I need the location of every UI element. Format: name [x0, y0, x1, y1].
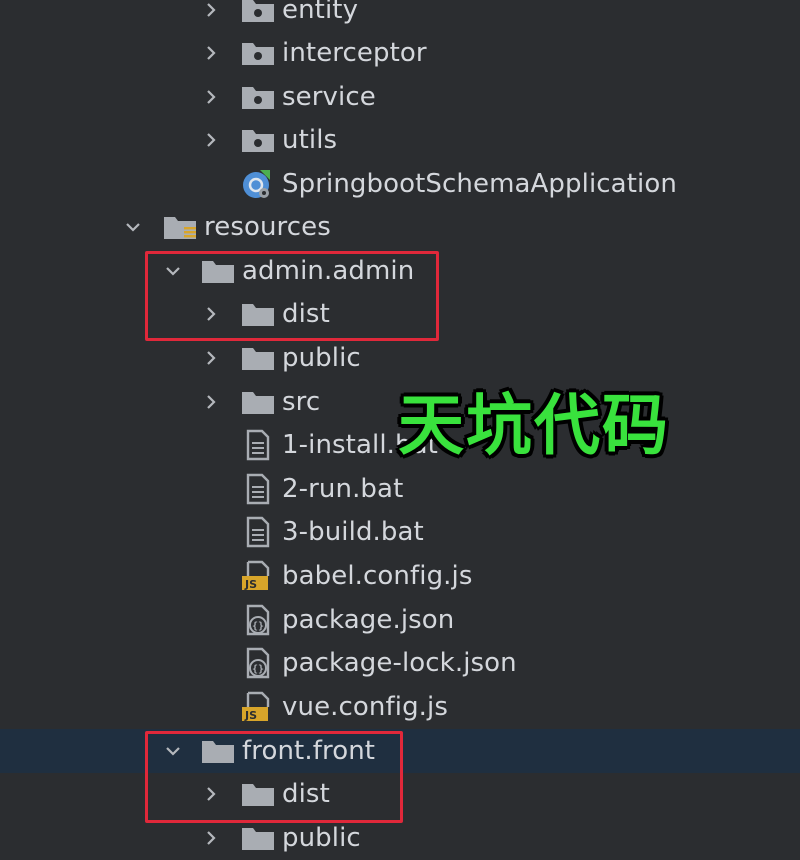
tree-item-admin-admin[interactable]: admin.admin	[0, 249, 800, 293]
tree-item-label: entity	[282, 0, 359, 25]
folder-icon	[240, 780, 276, 808]
tree-item-utils[interactable]: utils	[0, 118, 800, 162]
chevron-down-icon[interactable]	[120, 205, 146, 249]
tree-item-vue-config-js[interactable]: JS vue.config.js	[0, 685, 800, 729]
chevron-right-icon[interactable]	[198, 816, 224, 860]
chevron-right-icon[interactable]	[198, 75, 224, 119]
tree-item-public[interactable]: public	[0, 816, 800, 860]
svg-text:JS: JS	[244, 578, 257, 591]
tree-item-label: dist	[282, 299, 330, 329]
tree-item-label: dist	[282, 779, 330, 809]
folder-icon	[240, 824, 276, 852]
tree-item-label: package-lock.json	[282, 648, 517, 678]
watermark-text: 天坑代码	[398, 387, 670, 464]
tree-item-label: public	[282, 343, 361, 373]
tree-item-label: utils	[282, 125, 338, 155]
tree-item-entity[interactable]: entity	[0, 0, 800, 32]
chevron-right-icon[interactable]	[198, 118, 224, 162]
json-file-icon: {}	[240, 604, 276, 636]
chevron-right-icon[interactable]	[198, 336, 224, 380]
chevron-down-icon[interactable]	[160, 249, 186, 293]
tree-item-label: 3-build.bat	[282, 517, 424, 547]
json-file-icon: {}	[240, 647, 276, 679]
package-icon	[240, 0, 276, 24]
chevron-right-icon[interactable]	[198, 380, 224, 424]
text-file-icon	[240, 429, 276, 461]
project-tree: entity interceptor service utils Springb…	[0, 0, 800, 856]
resources-folder-icon	[162, 213, 198, 241]
tree-item-babel-config-js[interactable]: JS babel.config.js	[0, 554, 800, 598]
tree-item-resources[interactable]: resources	[0, 205, 800, 249]
folder-icon	[240, 388, 276, 416]
tree-item-label: admin.admin	[242, 256, 415, 286]
tree-item-label: SpringbootSchemaApplication	[282, 169, 677, 199]
tree-item-label: resources	[204, 212, 331, 242]
package-icon	[240, 39, 276, 67]
tree-item-springboot-schema-application[interactable]: SpringbootSchemaApplication	[0, 162, 800, 206]
chevron-right-icon[interactable]	[198, 0, 224, 32]
tree-item-label: public	[282, 823, 361, 853]
folder-icon	[200, 257, 236, 285]
chevron-right-icon[interactable]	[198, 772, 224, 816]
tree-item-package-lock-json[interactable]: {} package-lock.json	[0, 641, 800, 685]
tree-item-label: vue.config.js	[282, 692, 449, 722]
tree-item-front-front[interactable]: front.front	[0, 729, 800, 773]
tree-item-interceptor[interactable]: interceptor	[0, 31, 800, 75]
tree-item-label: service	[282, 82, 376, 112]
tree-item-label: interceptor	[282, 38, 427, 68]
tree-item-dist[interactable]: dist	[0, 292, 800, 336]
text-file-icon	[240, 473, 276, 505]
chevron-down-icon[interactable]	[160, 729, 186, 773]
tree-item-label: babel.config.js	[282, 561, 473, 591]
svg-text:JS: JS	[244, 709, 257, 722]
javascript-file-icon: JS	[240, 691, 276, 723]
folder-icon	[240, 344, 276, 372]
tree-item-label: package.json	[282, 605, 455, 635]
tree-item-3-build-bat[interactable]: 3-build.bat	[0, 510, 800, 554]
text-file-icon	[240, 516, 276, 548]
folder-icon	[200, 737, 236, 765]
package-icon	[240, 126, 276, 154]
chevron-right-icon[interactable]	[198, 292, 224, 336]
tree-item-label: front.front	[242, 736, 376, 766]
spring-boot-class-icon	[240, 168, 276, 198]
tree-item-package-json[interactable]: {} package.json	[0, 598, 800, 642]
tree-item-2-run-bat[interactable]: 2-run.bat	[0, 467, 800, 511]
folder-icon	[240, 300, 276, 328]
tree-item-label: 2-run.bat	[282, 474, 404, 504]
javascript-file-icon: JS	[240, 560, 276, 592]
tree-item-service[interactable]: service	[0, 75, 800, 119]
package-icon	[240, 83, 276, 111]
chevron-right-icon[interactable]	[198, 31, 224, 75]
tree-item-dist[interactable]: dist	[0, 772, 800, 816]
tree-item-label: src	[282, 387, 321, 417]
svg-text:{}: {}	[252, 664, 264, 675]
svg-text:{}: {}	[252, 621, 264, 632]
